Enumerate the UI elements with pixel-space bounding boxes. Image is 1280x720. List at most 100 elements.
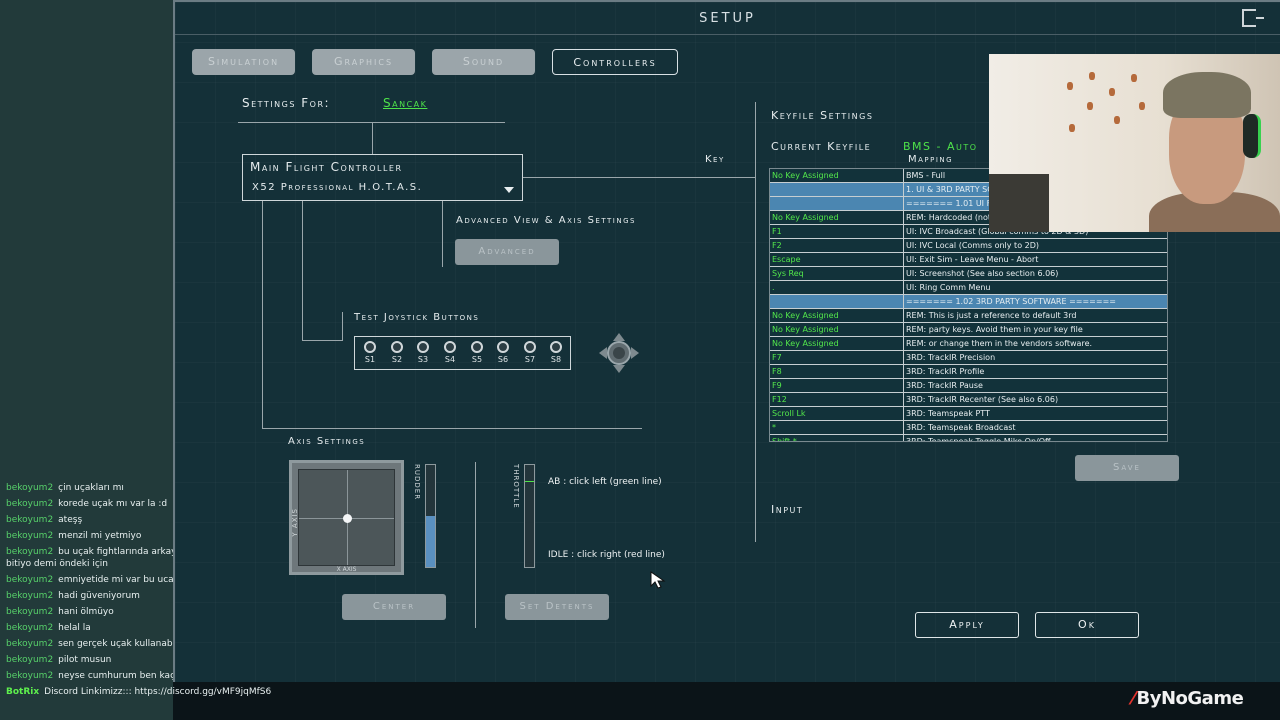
- current-keyfile-value[interactable]: BMS - Auto: [903, 140, 978, 153]
- keyfile-key-cell[interactable]: No Key Assigned: [770, 337, 904, 351]
- divider: [475, 462, 476, 628]
- set-detents-button[interactable]: Set Detents: [505, 594, 609, 620]
- tab-sound[interactable]: Sound: [432, 49, 535, 75]
- keyfile-mapping-cell[interactable]: REM: or change them in the vendors softw…: [904, 337, 1167, 351]
- keyfile-key-cell[interactable]: Shift *: [770, 435, 904, 441]
- keyfile-mapping-cell[interactable]: REM: This is just a reference to default…: [904, 309, 1167, 323]
- keyfile-mapping-cell[interactable]: REM: party keys. Avoid them in your key …: [904, 323, 1167, 337]
- keyfile-mapping-cell[interactable]: UI: IVC Local (Comms only to 2D): [904, 239, 1167, 253]
- mapping-column-header: Mapping: [908, 154, 954, 165]
- keyfile-key-cell[interactable]: Sys Req: [770, 267, 904, 281]
- keyfile-row[interactable]: F7 3RD: TrackIR Precision: [770, 351, 1167, 365]
- keyfile-key-cell[interactable]: .: [770, 281, 904, 295]
- keyfile-mapping-cell[interactable]: 3RD: TrackIR Pause: [904, 379, 1167, 393]
- keyfile-row[interactable]: No Key Assigned REM: This is just a refer…: [770, 309, 1167, 323]
- keyfile-key-cell[interactable]: Escape: [770, 253, 904, 267]
- chat-username[interactable]: bekoyum2: [6, 575, 53, 585]
- throttle-bar[interactable]: [524, 464, 535, 568]
- chat-username[interactable]: bekoyum2: [6, 591, 53, 601]
- keyfile-key-cell[interactable]: F2: [770, 239, 904, 253]
- keyfile-row[interactable]: Shift * 3RD: Teamspeak Toggle Mike On/Off: [770, 435, 1167, 441]
- keyfile-mapping-cell[interactable]: 3RD: Teamspeak PTT: [904, 407, 1167, 421]
- keyfile-key-cell[interactable]: F9: [770, 379, 904, 393]
- connector-line: [302, 340, 342, 341]
- save-button[interactable]: Save: [1075, 455, 1179, 481]
- divider: [755, 102, 756, 542]
- current-keyfile-label: Current Keyfile: [771, 140, 872, 153]
- advanced-button[interactable]: Advanced: [455, 239, 559, 265]
- keyfile-mapping-cell[interactable]: 3RD: TrackIR Precision: [904, 351, 1167, 365]
- chat-username[interactable]: bekoyum2: [6, 515, 53, 525]
- keyfile-row[interactable]: Scroll Lk 3RD: Teamspeak PTT: [770, 407, 1167, 421]
- apply-button[interactable]: Apply: [915, 612, 1019, 638]
- chat-username[interactable]: bekoyum2: [6, 547, 53, 557]
- keyfile-key-cell[interactable]: F8: [770, 365, 904, 379]
- chat-username[interactable]: BotRix: [6, 687, 39, 697]
- chat-username[interactable]: bekoyum2: [6, 639, 53, 649]
- keyfile-mapping-cell[interactable]: 3RD: TrackIR Recenter (See also 6.06): [904, 393, 1167, 407]
- keyfile-row[interactable]: No Key Assigned REM: party keys. Avoid th…: [770, 323, 1167, 337]
- keyfile-key-cell[interactable]: F1: [770, 225, 904, 239]
- keyfile-mapping-cell[interactable]: 3RD: Teamspeak Toggle Mike On/Off: [904, 435, 1167, 441]
- controller-select[interactable]: Main Flight Controller X52 Professional …: [242, 154, 523, 201]
- keyfile-key-cell[interactable]: No Key Assigned: [770, 323, 904, 337]
- keyfile-row[interactable]: * 3RD: Teamspeak Broadcast: [770, 421, 1167, 435]
- keyfile-mapping-cell[interactable]: UI: Screenshot (See also section 6.06): [904, 267, 1167, 281]
- test-joystick-label: Test Joystick Buttons: [354, 312, 480, 323]
- ok-button[interactable]: Ok: [1035, 612, 1139, 638]
- joystick-button-s8: S8: [549, 341, 563, 364]
- chat-text: korede uçak mı var la :d: [58, 499, 168, 509]
- keyfile-row[interactable]: Sys Req UI: Screenshot (See also section …: [770, 267, 1167, 281]
- keyfile-key-cell[interactable]: [770, 197, 904, 211]
- keyfile-key-cell[interactable]: *: [770, 421, 904, 435]
- keyfile-row[interactable]: F8 3RD: TrackIR Profile: [770, 365, 1167, 379]
- connector-line: [262, 201, 263, 429]
- keyfile-row[interactable]: F12 3RD: TrackIR Recenter (See also 6.06): [770, 393, 1167, 407]
- keyfile-key-cell[interactable]: No Key Assigned: [770, 309, 904, 323]
- pilot-name-link[interactable]: Sancak: [383, 96, 427, 110]
- settings-for-label: Settings For:: [242, 96, 331, 110]
- center-button[interactable]: Center: [342, 594, 446, 620]
- keyfile-key-cell[interactable]: F12: [770, 393, 904, 407]
- tab-simulation[interactable]: Simulation: [192, 49, 295, 75]
- keyfile-row[interactable]: No Key Assigned REM: or change them in th…: [770, 337, 1167, 351]
- chat-username[interactable]: bekoyum2: [6, 499, 53, 509]
- chat-username[interactable]: bekoyum2: [6, 655, 53, 665]
- chat-panel: bekoyum2 çin uçakları mı bekoyum2 korede uç…: [0, 0, 271, 720]
- chat-username[interactable]: bekoyum2: [6, 623, 53, 633]
- chat-text: emniyetide mi var bu ucagın: [58, 575, 188, 585]
- keyfile-key-cell[interactable]: F7: [770, 351, 904, 365]
- keyfile-row[interactable]: . UI: Ring Comm Menu: [770, 281, 1167, 295]
- keyfile-key-cell[interactable]: Scroll Lk: [770, 407, 904, 421]
- keyfile-row[interactable]: F9 3RD: TrackIR Pause: [770, 379, 1167, 393]
- chat-message-bot: BotRix Discord Linkimizz::: https://disco…: [0, 684, 271, 700]
- keyfile-mapping-cell[interactable]: 3RD: TrackIR Profile: [904, 365, 1167, 379]
- keyfile-mapping-cell[interactable]: UI: Exit Sim - Leave Menu - Abort: [904, 253, 1167, 267]
- keyfile-row[interactable]: ======= 1.02 3RD PARTY SOFTWARE =======: [770, 295, 1167, 309]
- keyfile-key-cell[interactable]: [770, 183, 904, 197]
- chat-username[interactable]: bekoyum2: [6, 671, 53, 681]
- chat-username[interactable]: bekoyum2: [6, 607, 53, 617]
- keyfile-key-cell[interactable]: No Key Assigned: [770, 169, 904, 183]
- keyfile-mapping-cell[interactable]: 3RD: Teamspeak Broadcast: [904, 421, 1167, 435]
- keyfile-key-cell[interactable]: [770, 295, 904, 309]
- webcam-overlay: [989, 54, 1280, 232]
- chat-username[interactable]: bekoyum2: [6, 531, 53, 541]
- chat-text: hadi güveniyorum: [58, 591, 140, 601]
- mouse-cursor-icon: [650, 571, 668, 593]
- keyfile-mapping-cell[interactable]: ======= 1.02 3RD PARTY SOFTWARE =======: [904, 295, 1167, 309]
- connector-line: [342, 312, 343, 341]
- controller-device: X52 Professional H.O.T.A.S.: [252, 182, 423, 193]
- x-axis-label: X AXIS: [336, 566, 357, 573]
- chevron-down-icon[interactable]: [504, 187, 514, 193]
- keyfile-mapping-cell[interactable]: UI: Ring Comm Menu: [904, 281, 1167, 295]
- chat-username[interactable]: bekoyum2: [6, 483, 53, 493]
- tab-controllers[interactable]: Controllers: [552, 49, 678, 75]
- window-title: SETUP: [699, 11, 756, 26]
- exit-icon[interactable]: [1242, 9, 1264, 27]
- keyfile-row[interactable]: Escape UI: Exit Sim - Leave Menu - Abort: [770, 253, 1167, 267]
- keyfile-key-cell[interactable]: No Key Assigned: [770, 211, 904, 225]
- joystick-button-s3: S3: [416, 341, 430, 364]
- tab-graphics[interactable]: Graphics: [312, 49, 415, 75]
- keyfile-row[interactable]: F2 UI: IVC Local (Comms only to 2D): [770, 239, 1167, 253]
